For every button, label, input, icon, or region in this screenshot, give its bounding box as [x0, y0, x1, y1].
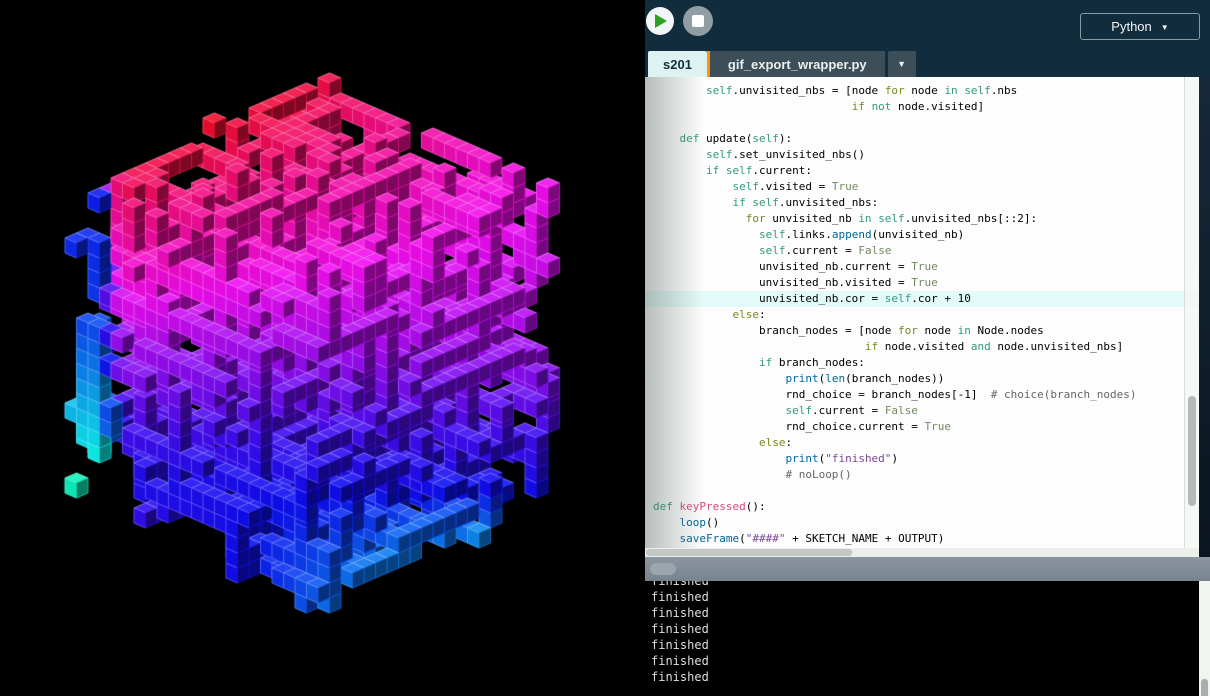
mode-selector-button[interactable]: Python ▼ — [1080, 13, 1200, 40]
editor-console-divider[interactable] — [645, 557, 1210, 581]
code-line: def keyPressed(): — [645, 499, 1199, 515]
console-line: finished — [645, 581, 709, 589]
window-edge-strip — [1199, 77, 1210, 557]
console-line: finished — [645, 637, 709, 653]
console-line: finished — [645, 653, 709, 669]
console-line: finished — [645, 605, 709, 621]
code-line: self.unvisited_nbs = [node for node in s… — [645, 83, 1199, 99]
code-line: self.current = False — [645, 403, 1199, 419]
console-line: finished — [645, 621, 709, 637]
tab-overflow-button[interactable]: ▼ — [888, 51, 916, 77]
console-output: finishedfinishedfinishedfinishedfinished… — [645, 581, 1199, 696]
code-line: saveFrame("####" + SKETCH_NAME + OUTPUT) — [645, 531, 1199, 547]
editor-vscrollbar-thumb[interactable] — [1188, 396, 1196, 506]
processing-ide-panel: Python ▼ s201 gif_export_wrapper.py ▼ se… — [645, 0, 1210, 696]
code-area: self.unvisited_nbs = [node for node in s… — [645, 77, 1199, 547]
code-line: for unvisited_nb in self.unvisited_nbs[:… — [645, 211, 1199, 227]
code-line: def update(self): — [645, 131, 1199, 147]
caret-down-icon: ▼ — [1161, 23, 1169, 32]
console-lines: finishedfinishedfinishedfinishedfinished… — [645, 581, 709, 685]
console-line: finished — [645, 589, 709, 605]
tab-s201[interactable]: s201 — [648, 51, 707, 77]
code-line: unvisited_nb.visited = True — [645, 275, 1199, 291]
code-line: # noLoop() — [645, 467, 1199, 483]
play-icon — [655, 14, 667, 28]
toolbar: Python ▼ s201 gif_export_wrapper.py ▼ — [645, 0, 1210, 77]
code-line: rnd_choice.current = True — [645, 419, 1199, 435]
code-line-current: unvisited_nb.cor = self.cor + 10 — [645, 291, 1199, 307]
code-line: print("finished") — [645, 451, 1199, 467]
code-line: unvisited_nb.current = True — [645, 259, 1199, 275]
stop-icon — [692, 15, 704, 27]
divider-grip — [650, 563, 676, 575]
code-line: self.set_unvisited_nbs() — [645, 147, 1199, 163]
mode-label: Python — [1111, 19, 1151, 34]
stop-button[interactable] — [683, 6, 713, 36]
code-line: if not node.visited] — [645, 99, 1199, 115]
code-line: if self.current: — [645, 163, 1199, 179]
code-line: branch_nodes = [node for node in Node.no… — [645, 323, 1199, 339]
code-line: self.current = False — [645, 243, 1199, 259]
code-line: rnd_choice = branch_nodes[-1] # choice(b… — [645, 387, 1199, 403]
code-line: else: — [645, 435, 1199, 451]
run-button[interactable] — [646, 7, 674, 35]
editor-hscrollbar[interactable] — [645, 548, 1199, 557]
code-line — [645, 483, 1199, 499]
sketch-canvas[interactable] — [0, 0, 645, 696]
code-line: loop() — [645, 515, 1199, 531]
code-line: if self.unvisited_nbs: — [645, 195, 1199, 211]
code-line: if node.visited and node.unvisited_nbs] — [645, 339, 1199, 355]
code-line: print(len(branch_nodes)) — [645, 371, 1199, 387]
code-line: else: — [645, 307, 1199, 323]
console-scrollbar-thumb[interactable] — [1201, 679, 1208, 696]
code-line: if branch_nodes: — [645, 355, 1199, 371]
code-line: self.links.append(unvisited_nb) — [645, 227, 1199, 243]
console-line: finished — [645, 669, 709, 685]
tab-bar: s201 gif_export_wrapper.py ▼ — [645, 51, 916, 77]
editor-hscrollbar-thumb[interactable] — [646, 549, 852, 556]
code-line — [645, 115, 1199, 131]
screenshot-root: Python ▼ s201 gif_export_wrapper.py ▼ se… — [0, 0, 1210, 696]
tab-gif-export-wrapper[interactable]: gif_export_wrapper.py — [710, 51, 885, 77]
caret-down-icon: ▼ — [897, 59, 906, 69]
code-editor[interactable]: self.unvisited_nbs = [node for node in s… — [645, 77, 1199, 548]
code-line: self.visited = True — [645, 179, 1199, 195]
editor-vscrollbar[interactable] — [1184, 77, 1199, 548]
console-scrollbar[interactable] — [1199, 581, 1210, 696]
